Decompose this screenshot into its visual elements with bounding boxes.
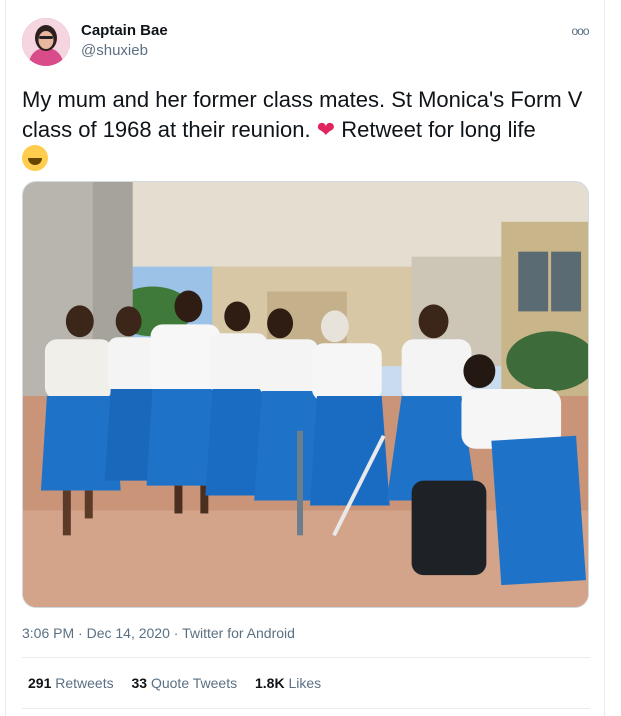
tweet-date[interactable]: Dec 14, 2020 [87,625,170,641]
tweet-meta: 3:06 PM · Dec 14, 2020 · Twitter for And… [22,625,295,641]
tweet-text: My mum and her former class mates. St Mo… [22,85,602,175]
meta-separator: · [74,625,87,641]
likes-label: Likes [284,675,322,691]
retweets-label: Retweets [51,675,114,691]
quote-tweets-count: 33 [131,675,148,691]
avatar[interactable] [22,18,70,66]
divider [22,657,590,658]
user-handle[interactable]: @shuxieb [81,42,148,59]
quote-tweets-stat[interactable]: 33 Quote Tweets [132,675,238,691]
tweet-client[interactable]: Twitter for Android [182,625,295,641]
more-options-icon[interactable]: ooo [568,24,592,40]
tweet-text-part2: Retweet for long life [335,117,536,142]
quote-tweets-label: Quote Tweets [147,675,238,691]
meta-separator: · [169,625,183,641]
divider [22,708,590,709]
tears-of-joy-emoji-icon [22,145,48,171]
retweets-stat[interactable]: 291 Retweets [28,675,114,691]
tweet-photo[interactable] [22,181,589,608]
tweet-time[interactable]: 3:06 PM [22,625,74,641]
heart-emoji-icon: ❤ [316,117,336,142]
likes-count: 1.8K [254,675,285,691]
retweets-count: 291 [28,675,52,691]
tweet-stats: 291 Retweets 33 Quote Tweets 1.8K Likes [28,675,335,691]
likes-stat[interactable]: 1.8K Likes [255,675,321,691]
display-name[interactable]: Captain Bae [81,22,168,39]
